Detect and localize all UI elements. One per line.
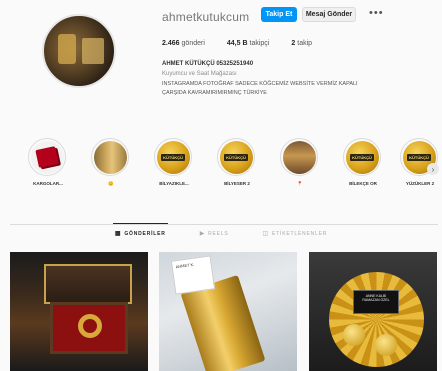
highlight-item[interactable]: KÜTÜKÇÜ BİLYESER 2 bbox=[217, 138, 257, 186]
gold-coin-icon: KÜTÜKÇÜ bbox=[219, 140, 253, 174]
post-thumbnail-gold-bar[interactable]: AHMET K. bbox=[159, 252, 297, 371]
post-thumbnail-ring-box[interactable] bbox=[10, 252, 148, 371]
message-button[interactable]: Mesaj Gönder bbox=[302, 7, 356, 22]
bio-name: AHMET KÜTÜKÇÜ 05325251940 bbox=[162, 61, 254, 67]
highlight-item[interactable]: KÜTÜKÇÜ YÜZÜKLER 2 bbox=[400, 138, 440, 186]
section-divider bbox=[10, 224, 438, 225]
highlight-label: 😊 bbox=[108, 181, 114, 186]
shop-thumbnail bbox=[282, 140, 316, 174]
tab-tagged[interactable]: ◫ ETİKETLENENLER bbox=[262, 230, 328, 238]
more-options-icon[interactable]: ••• bbox=[369, 7, 384, 19]
gold-bars-thumbnail bbox=[93, 140, 127, 174]
highlight-label: BİLEKÇE OR bbox=[349, 181, 377, 186]
highlight-label: KARGOLAR... bbox=[33, 181, 63, 186]
gift-box-icon bbox=[30, 140, 64, 174]
story-highlights: KARGOLAR... 😊 KÜTÜKÇÜ BİLYAZIKLE... KÜTÜ… bbox=[28, 138, 438, 198]
tab-reels[interactable]: ▶ REELS bbox=[199, 230, 229, 238]
gold-coin-icon: KÜTÜKÇÜ bbox=[345, 140, 379, 174]
highlight-item[interactable]: KARGOLAR... bbox=[28, 138, 68, 186]
follow-button[interactable]: Takip Et bbox=[261, 7, 297, 22]
highlight-label: YÜZÜKLER 2 bbox=[405, 181, 435, 186]
post-card-text: AHMET K. bbox=[170, 255, 216, 295]
bio-text: INSTAGRAMDA FOTOĞRAF SADECE KÖĞCEMİZ WEB… bbox=[162, 81, 358, 96]
followers-stat[interactable]: 44,5 Btakipçi bbox=[227, 40, 269, 47]
post-tag-text: ANNE KALBİ RAMAZAN ÖZEL bbox=[353, 290, 399, 314]
posts-stat: 2.466 gönderi bbox=[162, 40, 205, 47]
profile-stats: 2.466 gönderi 44,5 Btakipçi 2 takip bbox=[162, 40, 312, 47]
tab-posts[interactable]: ▦ GÖNDERİLER bbox=[112, 223, 168, 237]
highlight-item[interactable]: 📍 bbox=[280, 138, 320, 187]
highlight-label: BİLYESER 2 bbox=[224, 181, 250, 186]
highlight-label: BİLYAZIKLE... bbox=[159, 181, 189, 186]
post-thumbnail-coin-plate[interactable]: ANNE KALBİ RAMAZAN ÖZEL bbox=[309, 252, 437, 371]
profile-tabs: ▦ GÖNDERİLER ▶ REELS ◫ ETİKETLENENLER bbox=[0, 223, 442, 238]
highlight-item[interactable]: KÜTÜKÇÜ BİLYAZIKLE... bbox=[154, 138, 194, 186]
gold-coin-icon: KÜTÜKÇÜ bbox=[156, 140, 190, 174]
tagged-icon: ◫ bbox=[262, 231, 270, 237]
highlight-item[interactable]: 😊 bbox=[91, 138, 131, 187]
chevron-right-icon[interactable]: › bbox=[427, 163, 439, 175]
following-stat[interactable]: 2 takip bbox=[291, 40, 312, 47]
reels-icon: ▶ bbox=[199, 231, 206, 237]
profile-username: ahmetkutukcum bbox=[162, 10, 250, 24]
grid-icon: ▦ bbox=[114, 231, 122, 237]
highlight-label: 📍 bbox=[297, 181, 303, 186]
highlight-item[interactable]: KÜTÜKÇÜ BİLEKÇE OR bbox=[343, 138, 383, 186]
bio-category: Kuyumcu ve Saat Mağazası bbox=[162, 71, 237, 77]
profile-avatar[interactable] bbox=[42, 14, 116, 88]
